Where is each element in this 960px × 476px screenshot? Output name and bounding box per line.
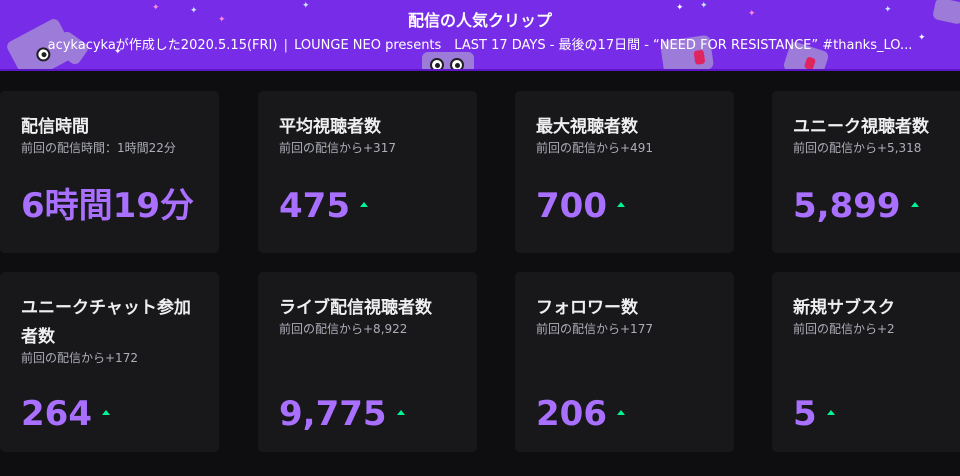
- stat-value: 5,899: [793, 186, 901, 226]
- stat-value: 9,775: [279, 394, 387, 434]
- stat-comparison: 前回の配信時間：1時間22分: [21, 141, 176, 155]
- stat-title: フォロワー数: [536, 298, 638, 318]
- stat-title: 新規サブスク: [793, 298, 895, 318]
- stat-card-unique-viewers: ユニーク視聴者数 前回の配信から+5,318 5,899: [772, 91, 960, 253]
- banner-subtitle: acykacykaが作成した2020.5.15(FRI) | LOUNGE NE…: [0, 37, 960, 55]
- stat-title: ライブ配信視聴者数: [279, 298, 432, 318]
- trend-up-icon: [616, 202, 625, 207]
- stat-comparison: 前回の配信から+177: [536, 322, 653, 336]
- clip-title: LOUNGE NEO presents LAST 17 DAYS - 最後の17…: [294, 38, 913, 53]
- stat-value-row: 475: [279, 186, 368, 226]
- stream-summary-page: ✦ ✦ ✦ ✦ ✦ ✦ ✦ ✦ ✦ ✦ ✦ 配信の人気クリップ acykacyk…: [0, 0, 960, 476]
- stat-card-unique-chatters: ユニークチャット参加者数 前回の配信から+172 264: [0, 272, 219, 452]
- stat-value: 206: [536, 394, 607, 434]
- stat-value-row: 264: [21, 394, 110, 434]
- stat-value-row: 700: [536, 186, 625, 226]
- stat-comparison: 前回の配信から+5,318: [793, 141, 922, 155]
- stat-value: 475: [279, 186, 350, 226]
- stat-comparison: 前回の配信から+317: [279, 141, 396, 155]
- stat-title: ユニークチャット参加者数: [21, 298, 191, 347]
- stat-value: 5: [793, 394, 817, 434]
- stat-title: 最大視聴者数: [536, 117, 638, 137]
- trend-up-icon: [359, 202, 368, 207]
- sparkle-icon: ✦: [700, 1, 708, 11]
- clip-creator-date: acykacykaが作成した2020.5.15(FRI): [47, 38, 278, 53]
- stat-value-row: 9,775: [279, 394, 405, 434]
- subtitle-separator: |: [283, 38, 288, 53]
- stat-card-live-views: ライブ配信視聴者数 前回の配信から+8,922 9,775: [258, 272, 477, 452]
- stat-card-average-viewers: 平均視聴者数 前回の配信から+317 475: [258, 91, 477, 253]
- stat-title: 平均視聴者数: [279, 117, 381, 137]
- banner-title: 配信の人気クリップ: [407, 11, 552, 30]
- stat-comparison: 前回の配信から+2: [793, 322, 895, 336]
- stat-title: 配信時間: [21, 117, 89, 137]
- stat-value: 6時間19分: [21, 186, 194, 226]
- trend-up-icon: [396, 410, 405, 415]
- stat-card-max-viewers: 最大視聴者数 前回の配信から+491 700: [515, 91, 734, 253]
- stat-comparison: 前回の配信から+8,922: [279, 322, 408, 336]
- trend-up-icon: [101, 410, 110, 415]
- stat-value-row: 206: [536, 394, 625, 434]
- stat-value: 264: [21, 394, 92, 434]
- stat-comparison: 前回の配信から+172: [21, 351, 138, 365]
- stat-value-row: 5,899: [793, 186, 919, 226]
- stat-card-stream-time: 配信時間 前回の配信時間：1時間22分 6時間19分: [0, 91, 219, 253]
- stat-value-row: 5: [793, 394, 835, 434]
- stat-comparison: 前回の配信から+491: [536, 141, 653, 155]
- stat-value-row: 6時間19分: [21, 186, 194, 226]
- top-clips-banner[interactable]: ✦ ✦ ✦ ✦ ✦ ✦ ✦ ✦ ✦ ✦ ✦ 配信の人気クリップ acykacyk…: [0, 0, 960, 71]
- trend-up-icon: [826, 410, 835, 415]
- sparkle-icon: ✦: [302, 1, 310, 11]
- stat-title: ユニーク視聴者数: [793, 117, 929, 137]
- stat-value: 700: [536, 186, 607, 226]
- trend-up-icon: [910, 202, 919, 207]
- trend-up-icon: [616, 410, 625, 415]
- stat-card-new-subs: 新規サブスク 前回の配信から+2 5: [772, 272, 960, 452]
- stat-card-followers: フォロワー数 前回の配信から+177 206: [515, 272, 734, 452]
